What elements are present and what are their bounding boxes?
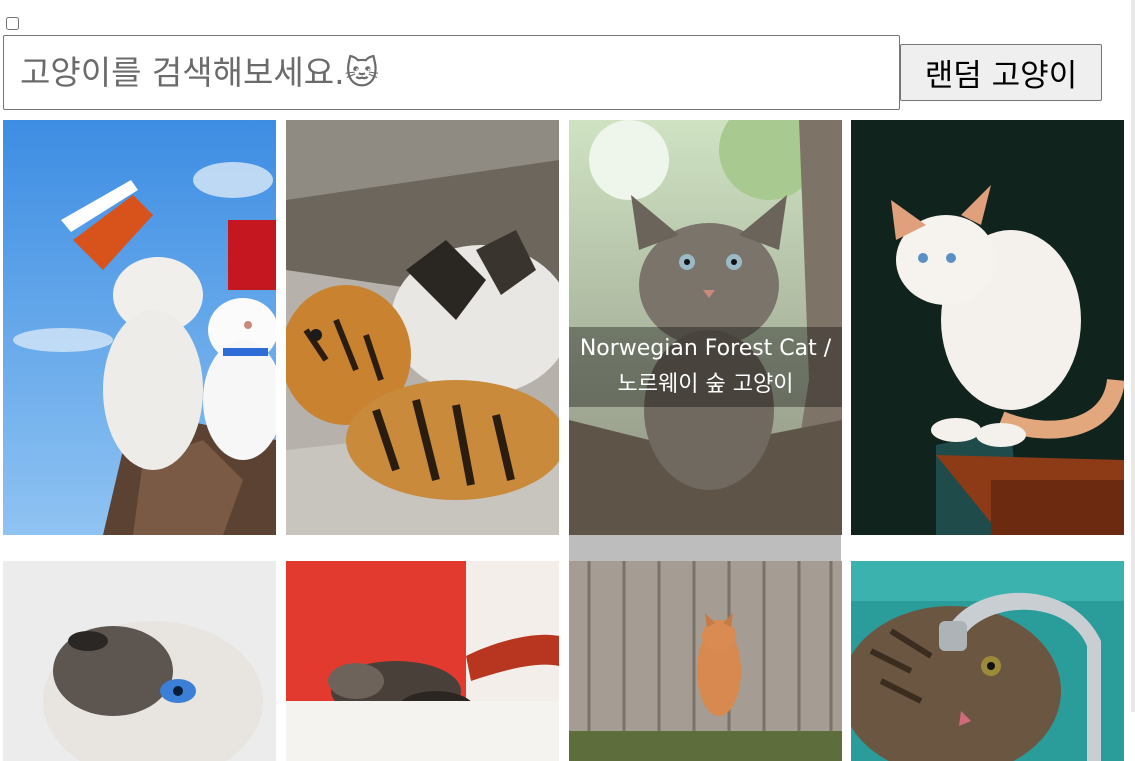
search-input[interactable] bbox=[3, 35, 900, 110]
scrollbar[interactable] bbox=[1131, 0, 1135, 712]
cat-card[interactable] bbox=[569, 561, 842, 761]
cat-photo-noodle-cup-cats-icon bbox=[3, 120, 276, 535]
cat-card[interactable] bbox=[851, 561, 1124, 761]
cat-card[interactable] bbox=[851, 120, 1124, 535]
cat-card[interactable] bbox=[286, 561, 559, 761]
tiger-cubs-photo-icon bbox=[286, 120, 559, 535]
cat-card[interactable] bbox=[3, 120, 276, 535]
tabby-kitten-sleeping-photo-icon bbox=[286, 561, 559, 761]
dark-mode-toggle-checkbox[interactable] bbox=[6, 17, 19, 30]
cat-card[interactable] bbox=[3, 561, 276, 761]
random-cat-button[interactable]: 랜덤 고양이 bbox=[900, 44, 1102, 101]
cat-card[interactable] bbox=[286, 120, 559, 535]
orange-cat-at-fence-photo-icon bbox=[569, 561, 842, 761]
hover-highlight bbox=[569, 535, 841, 561]
search-bar: 랜덤 고양이 bbox=[3, 35, 1103, 110]
cat-card-hovered[interactable]: Norwegian Forest Cat / 노르웨이 숲 고양이 bbox=[569, 120, 842, 535]
white-cat-on-table-photo-icon bbox=[851, 120, 1124, 535]
cat-name-label: Norwegian Forest Cat / 노르웨이 숲 고양이 bbox=[569, 327, 842, 407]
siamese-cat-photo-icon bbox=[3, 561, 276, 761]
cat-drinking-faucet-photo-icon bbox=[851, 561, 1124, 761]
